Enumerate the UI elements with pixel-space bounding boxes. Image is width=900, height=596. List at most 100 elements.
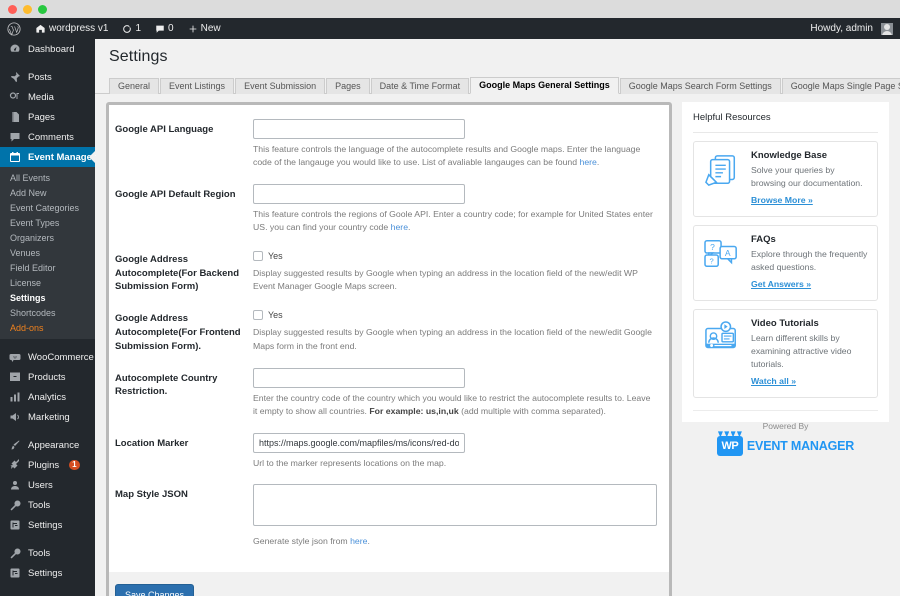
main-content: Settings General Event Listings Event Su…	[95, 18, 900, 596]
submenu-item-venues[interactable]: Venues	[0, 245, 95, 260]
new-content-menu[interactable]: New	[181, 18, 228, 39]
updates-count: 1	[135, 23, 142, 34]
submenu-item-addons[interactable]: Add-ons	[0, 320, 95, 335]
sidebar-item-plugins[interactable]: Plugins 1	[0, 455, 95, 475]
svg-text:?: ?	[710, 257, 714, 266]
desc-text-after: (add multiple with comma separated).	[458, 406, 606, 417]
submenu-item-field-editor[interactable]: Field Editor	[0, 260, 95, 275]
home-icon	[36, 24, 45, 33]
tab-pages[interactable]: Pages	[326, 77, 370, 94]
resource-link-browse-more[interactable]: Browse More »	[751, 195, 813, 205]
tab-google-maps-general-settings[interactable]: Google Maps General Settings	[470, 76, 619, 94]
window-titlebar	[0, 0, 900, 18]
submenu-item-organizers[interactable]: Organizers	[0, 230, 95, 245]
submenu-item-event-categories[interactable]: Event Categories	[0, 200, 95, 215]
tab-event-listings[interactable]: Event Listings	[160, 77, 235, 94]
desc-link[interactable]: here	[350, 536, 367, 546]
address-autocomplete-frontend-checkbox[interactable]	[253, 310, 263, 321]
google-api-language-input[interactable]	[253, 119, 465, 139]
location-marker-input[interactable]	[253, 432, 465, 453]
powered-by-label: Powered By	[762, 421, 809, 432]
sidebar-item-pages[interactable]: Pages	[0, 107, 95, 127]
desc-link[interactable]: here	[391, 222, 408, 232]
submenu-item-license[interactable]: License	[0, 275, 95, 290]
account-menu[interactable]: Howdy, admin	[803, 18, 900, 39]
sidebar-item-label: Products	[28, 371, 66, 383]
users-icon	[8, 479, 21, 492]
field-description: This feature controls the language of th…	[253, 143, 653, 170]
svg-text:?: ?	[710, 242, 715, 252]
tab-event-submission[interactable]: Event Submission	[235, 77, 326, 94]
sidebar-item-posts[interactable]: Posts	[0, 67, 95, 87]
field-description: Display suggested results by Google when…	[253, 327, 652, 351]
desc-bold: For example: us,in,uk	[369, 406, 459, 417]
resource-link-get-answers[interactable]: Get Answers »	[751, 279, 811, 289]
sidebar-item-event-manager[interactable]: Event Manager	[0, 147, 96, 167]
sidebar-item-marketing[interactable]: Marketing	[0, 407, 95, 427]
sidebar-item-analytics[interactable]: Analytics	[0, 387, 95, 407]
site-name-menu[interactable]: wordpress v1	[28, 18, 115, 39]
tools-icon	[8, 547, 21, 560]
maximize-window-button[interactable]	[38, 4, 47, 14]
sidebar-item-label: Media	[28, 91, 54, 103]
field-row-map-style-json: Map Style JSON Generate style json from …	[115, 483, 657, 562]
sidebar-item-label: Plugins	[28, 459, 60, 471]
tab-general[interactable]: General	[109, 77, 160, 94]
resource-link-watch-all[interactable]: Watch all »	[751, 376, 796, 386]
dashboard-icon	[8, 43, 21, 56]
sidebar-item-label: Marketing	[28, 411, 70, 423]
brand-name-label: EVENT MANAGER	[746, 439, 855, 454]
tab-google-maps-search-form-settings[interactable]: Google Maps Search Form Settings	[619, 77, 781, 94]
autocomplete-country-restriction-input[interactable]	[253, 367, 465, 388]
sidebar-item-comments[interactable]: Comments	[0, 127, 95, 147]
resource-card-video-tutorials[interactable]: Video Tutorials Learn different skills b…	[693, 309, 878, 399]
sidebar-item-tools-secondary[interactable]: Tools	[0, 543, 95, 563]
svg-text:A: A	[725, 248, 731, 258]
desc-text-after: .	[367, 535, 370, 546]
sidebar-item-appearance[interactable]: Appearance	[0, 435, 95, 455]
comment-icon	[8, 131, 21, 144]
page-icon	[8, 111, 21, 124]
updates-menu[interactable]: 1	[115, 18, 148, 39]
submenu-item-settings[interactable]: Settings	[0, 290, 95, 305]
field-row-autocomplete-country-restriction: Autocomplete Country Restriction. Enter …	[115, 367, 653, 433]
sidebar-item-settings-secondary[interactable]: Settings	[0, 563, 95, 583]
sidebar-item-label: Tools	[28, 547, 51, 559]
resource-text: Explore through the frequently asked que…	[751, 249, 868, 273]
sidebar-item-users[interactable]: Users	[0, 475, 95, 495]
sidebar-item-woocommerce[interactable]: W WooCommerce	[0, 347, 95, 367]
comment-bubble-icon	[156, 25, 164, 33]
close-window-button[interactable]	[8, 4, 17, 14]
desc-link[interactable]: here	[580, 157, 597, 167]
wordpress-logo-icon	[7, 21, 21, 36]
tab-google-maps-single-page-settings[interactable]: Google Maps Single Page Settings	[781, 77, 900, 94]
sidebar-item-label: Comments	[28, 131, 74, 143]
resource-card-knowledge-base[interactable]: Knowledge Base Solve your queries by bro…	[693, 141, 878, 218]
woocommerce-icon: W	[8, 351, 21, 364]
sidebar-item-settings[interactable]: Settings	[0, 515, 95, 535]
comments-menu[interactable]: 0	[148, 18, 181, 39]
products-icon	[8, 371, 21, 384]
tab-date-time-format[interactable]: Date & Time Format	[370, 77, 470, 94]
wordpress-logo-menu[interactable]	[0, 18, 28, 39]
resource-card-faqs[interactable]: ? A ? FAQs Explore through the frequentl…	[693, 225, 878, 302]
video-tutorial-icon	[703, 318, 743, 360]
submenu-item-shortcodes[interactable]: Shortcodes	[0, 305, 95, 320]
minimize-window-button[interactable]	[23, 4, 32, 14]
address-autocomplete-backend-checkbox[interactable]	[253, 250, 263, 261]
field-label: Google Address Autocomplete(For Backend …	[115, 253, 240, 293]
desc-text-after: .	[408, 222, 411, 233]
sidebar-item-dashboard[interactable]: Dashboard	[0, 39, 95, 59]
google-api-default-region-input[interactable]	[253, 183, 465, 204]
map-style-json-textarea[interactable]	[253, 483, 657, 526]
sidebar-item-products[interactable]: Products	[0, 367, 95, 387]
checkbox-label: Yes	[268, 250, 283, 261]
submenu-item-event-types[interactable]: Event Types	[0, 215, 95, 230]
sidebar-item-media[interactable]: Media	[0, 87, 95, 107]
sidebar-item-tools[interactable]: Tools	[0, 495, 95, 515]
submenu-item-add-new[interactable]: Add New	[0, 185, 95, 200]
sidebar-item-label: Analytics	[28, 391, 67, 403]
submenu-item-all-events[interactable]: All Events	[0, 170, 95, 185]
save-changes-button[interactable]: Save Changes	[115, 584, 195, 596]
desc-text-after: .	[596, 157, 600, 168]
